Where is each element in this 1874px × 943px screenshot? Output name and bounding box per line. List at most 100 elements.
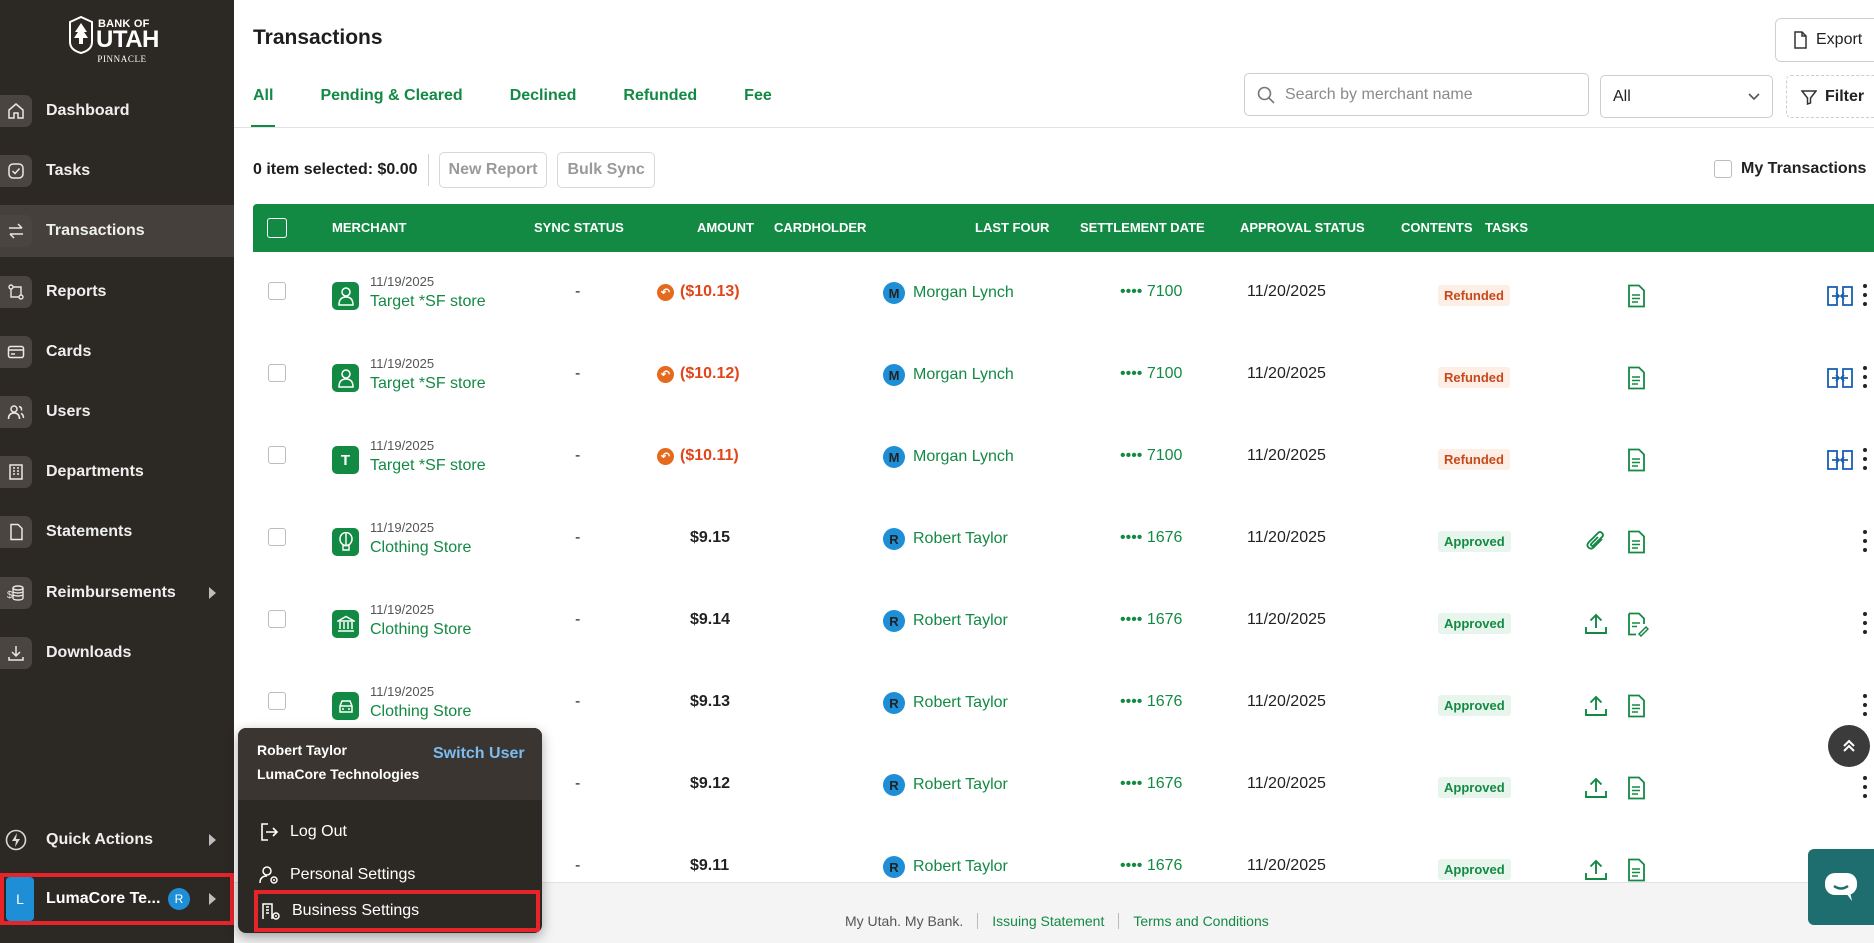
row-more-icon[interactable] xyxy=(1862,694,1868,716)
sidebar-item-downloads[interactable]: Downloads xyxy=(0,627,234,679)
my-transactions-toggle[interactable]: My Transactions xyxy=(1714,160,1866,178)
receipt-icon[interactable] xyxy=(1623,365,1649,391)
search-input[interactable] xyxy=(1285,85,1565,104)
column-header-tasks[interactable]: TASKS xyxy=(1485,204,1528,252)
sidebar-item-departments[interactable]: Departments xyxy=(0,446,234,498)
cardholder[interactable]: M Morgan Lynch xyxy=(883,364,1014,386)
merchant-name[interactable]: Clothing Store xyxy=(370,703,471,721)
receipt-icon[interactable] xyxy=(1623,283,1649,309)
sidebar-item-cards[interactable]: Cards xyxy=(0,326,234,378)
table-row[interactable]: 11/19/2025 Clothing Store - $9.13 R Robert Ta… xyxy=(253,650,1874,732)
upload-icon[interactable] xyxy=(1583,857,1609,882)
sidebar-item-reports[interactable]: Reports xyxy=(0,266,234,318)
row-checkbox[interactable] xyxy=(268,528,286,546)
cardholder[interactable]: R Robert Taylor xyxy=(883,692,1008,714)
sidebar-item-dashboard[interactable]: Dashboard xyxy=(0,85,234,137)
split-transaction-icon[interactable] xyxy=(1827,366,1853,390)
cardholder[interactable]: M Morgan Lynch xyxy=(883,282,1014,304)
sidebar-item-reimbursements[interactable]: $ Reimbursements xyxy=(0,567,234,619)
receipt-icon[interactable] xyxy=(1623,857,1649,882)
column-header-amount[interactable]: AMOUNT xyxy=(689,204,754,252)
split-transaction-icon[interactable] xyxy=(1827,284,1853,308)
column-header-approval-status[interactable]: APPROVAL STATUS xyxy=(1240,204,1365,252)
column-header-contents[interactable]: CONTENTS xyxy=(1401,204,1473,252)
select-all-checkbox[interactable] xyxy=(267,218,287,238)
sidebar-item-transactions[interactable]: Transactions xyxy=(0,205,234,258)
receipt-icon[interactable] xyxy=(1623,529,1649,555)
row-more-icon[interactable] xyxy=(1862,448,1868,470)
row-checkbox[interactable] xyxy=(268,364,286,382)
filter-button[interactable]: Filter xyxy=(1786,75,1874,118)
column-header-merchant[interactable]: MERCHANT xyxy=(332,204,406,252)
table-row[interactable]: 11/19/2025 Target *SF store - ↶ ($10.13) M Mor… xyxy=(253,252,1874,322)
row-checkbox[interactable] xyxy=(268,282,286,300)
last-four: •••• 7100 xyxy=(1120,365,1183,382)
bulk-sync-button[interactable]: Bulk Sync xyxy=(557,152,655,188)
cardholder-avatar: R xyxy=(883,528,905,550)
sidebar-item-tasks[interactable]: Tasks xyxy=(0,145,234,197)
upload-icon[interactable] xyxy=(1583,775,1609,801)
row-checkbox[interactable] xyxy=(268,446,286,464)
scroll-to-top-button[interactable] xyxy=(1828,725,1870,767)
personal-settings-item[interactable]: Personal Settings xyxy=(252,855,542,895)
row-more-icon[interactable] xyxy=(1862,530,1868,552)
receipt-edit-icon[interactable] xyxy=(1623,611,1649,637)
merchant-name[interactable]: Target *SF store xyxy=(370,375,486,393)
column-header-settlement-date[interactable]: SETTLEMENT DATE xyxy=(1080,204,1205,252)
search-box[interactable] xyxy=(1244,73,1589,116)
upload-icon[interactable] xyxy=(1583,693,1609,719)
merchant-name[interactable]: Target *SF store xyxy=(370,457,486,475)
status-select[interactable]: All xyxy=(1600,75,1773,118)
cardholder[interactable]: R Robert Taylor xyxy=(883,774,1008,796)
cardholder[interactable]: R Robert Taylor xyxy=(883,528,1008,550)
merchant-name[interactable]: Target *SF store xyxy=(370,293,486,311)
table-row[interactable]: 11/19/2025 Clothing Store - $9.14 R Robert Ta… xyxy=(253,568,1874,650)
document-icon xyxy=(0,516,32,549)
chat-button[interactable] xyxy=(1808,849,1874,925)
tab-all[interactable]: All xyxy=(250,84,276,128)
row-more-icon[interactable] xyxy=(1862,366,1868,388)
split-transaction-icon[interactable] xyxy=(1827,448,1853,472)
amount-value: ($10.12) xyxy=(680,365,740,382)
column-header-cardholder[interactable]: CARDHOLDER xyxy=(774,204,866,252)
sidebar-item-statements[interactable]: Statements xyxy=(0,506,234,558)
log-out-item[interactable]: Log Out xyxy=(252,812,542,852)
my-transactions-checkbox[interactable] xyxy=(1714,160,1732,178)
new-report-button[interactable]: New Report xyxy=(438,152,548,188)
cardholder[interactable]: M Morgan Lynch xyxy=(883,446,1014,468)
logout-icon xyxy=(261,823,279,841)
table-row[interactable]: 11/19/2025 Target *SF store - ↶ ($10.12) M Mor… xyxy=(253,322,1874,404)
receipt-icon[interactable] xyxy=(1623,447,1649,473)
upload-icon[interactable] xyxy=(1583,611,1609,637)
terms-link[interactable]: Terms and Conditions xyxy=(1133,913,1268,929)
tab-declined[interactable]: Declined xyxy=(510,84,577,128)
tab-fee[interactable]: Fee xyxy=(744,84,772,128)
business-settings-item[interactable]: Business Settings xyxy=(254,890,540,932)
tab-pending-cleared[interactable]: Pending & Cleared xyxy=(320,84,462,128)
issuing-statement-link[interactable]: Issuing Statement xyxy=(992,913,1104,929)
row-checkbox[interactable] xyxy=(268,692,286,710)
row-more-icon[interactable] xyxy=(1862,284,1868,306)
sidebar-item-users[interactable]: Users xyxy=(0,386,234,438)
table-row[interactable]: 11/19/2025 Clothing Store - $9.15 R Robert Ta… xyxy=(253,486,1874,568)
paperclip-icon[interactable] xyxy=(1583,529,1609,555)
row-more-icon[interactable] xyxy=(1862,776,1868,798)
account-switcher[interactable]: L LumaCore Te... R xyxy=(0,873,234,925)
status-badge: Approved xyxy=(1438,695,1511,716)
table-row[interactable]: T 11/19/2025 Target *SF store - ↶ ($10.11) M Mo… xyxy=(253,404,1874,486)
row-more-icon[interactable] xyxy=(1862,612,1868,634)
cardholder[interactable]: R Robert Taylor xyxy=(883,856,1008,878)
row-checkbox[interactable] xyxy=(268,610,286,628)
cardholder[interactable]: R Robert Taylor xyxy=(883,610,1008,632)
receipt-icon[interactable] xyxy=(1623,775,1649,801)
column-header-last-four[interactable]: LAST FOUR xyxy=(975,204,1049,252)
tab-refunded[interactable]: Refunded xyxy=(623,84,697,128)
column-header-sync-status[interactable]: SYNC STATUS xyxy=(534,204,624,252)
bank-logo[interactable]: BANK OF UTAH PINNACLE xyxy=(62,14,172,66)
receipt-icon[interactable] xyxy=(1623,693,1649,719)
switch-user-link[interactable]: Switch User xyxy=(433,745,525,763)
export-button[interactable]: Export xyxy=(1775,18,1874,62)
sidebar-item-quick-actions[interactable]: Quick Actions xyxy=(0,814,234,866)
merchant-name[interactable]: Clothing Store xyxy=(370,539,471,557)
merchant-name[interactable]: Clothing Store xyxy=(370,621,471,639)
